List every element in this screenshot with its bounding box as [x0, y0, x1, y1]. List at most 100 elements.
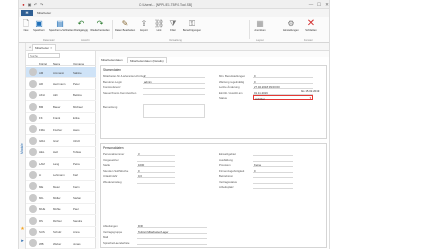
save-close-button[interactable]: ▤ Speichern+Schließen: [49, 19, 74, 39]
tab-mitarbeiter[interactable]: Mitarbeiter ✕: [32, 44, 56, 51]
field-input[interactable]: [253, 179, 293, 184]
list-item[interactable]: SUS Schulz Anna: [26, 227, 96, 238]
field-input[interactable]: [137, 168, 175, 173]
menu-row: [19, 9, 329, 17]
field-label: Kontoreferenz: [103, 85, 121, 89]
save-close-icon: ▤: [56, 19, 64, 28]
tab-close-icon[interactable]: ✕: [50, 46, 53, 50]
edit-data-button[interactable]: ✎ Daten Bearbeiten: [115, 19, 135, 39]
settings-button[interactable]: ⚙ Einstellungen: [281, 19, 301, 39]
undo-button[interactable]: ↶ Rückgängig: [73, 19, 89, 39]
arrange-button[interactable]: ▦ Anordnen: [252, 19, 268, 39]
row-vorname: Sandra: [73, 218, 83, 223]
field-input[interactable]: [143, 79, 205, 84]
field-label: Mail: [103, 235, 109, 239]
row-vorname: Tobias: [73, 150, 82, 155]
field-input[interactable]: [137, 174, 175, 178]
row-vorname: Sabine: [73, 70, 82, 75]
group-label: Verwaltung: [169, 38, 182, 42]
row-kuerzel: WB: [39, 241, 44, 246]
list-item[interactable]: GRA Graf Ulrich: [26, 135, 96, 147]
field-input[interactable]: [253, 74, 313, 78]
link-button[interactable]: ⛓ Link: [153, 19, 165, 39]
list-item[interactable]: WB Weber Jonas: [26, 238, 96, 249]
modules-toggle[interactable]: Module: [19, 138, 26, 160]
avatar: [29, 239, 37, 248]
list-item[interactable]: AKLI Akli Bettina: [26, 90, 96, 102]
list-item[interactable]: BM Bauer Michael: [26, 101, 96, 113]
row-vorname: Erika: [73, 116, 80, 121]
list-item[interactable]: AM Ammann Sabine: [26, 67, 96, 79]
field-input[interactable]: [143, 85, 205, 89]
row-kuerzel: AKLI: [39, 93, 46, 98]
close-ribbon-button[interactable]: ✕ Schließen: [303, 19, 319, 39]
favorite-star-icon[interactable]: ★: [20, 227, 25, 232]
close-window-button[interactable]: ✕: [323, 1, 329, 8]
field-input[interactable]: [253, 152, 293, 156]
quick-undo-icon[interactable]: ↶: [33, 2, 38, 7]
document-tab[interactable]: Mitarbeiter: [34, 10, 54, 16]
quick-save-icon[interactable]: ▣: [27, 2, 32, 7]
list-item[interactable]: LI Lehmann Karl: [26, 170, 96, 181]
export-button[interactable]: ⇪ Export: [137, 19, 151, 39]
status-select[interactable]: sichtbar ▾: [253, 95, 313, 101]
field-input[interactable]: [137, 157, 175, 162]
field-input[interactable]: [137, 152, 175, 156]
list-item[interactable]: FMA Fischer Hans: [26, 124, 96, 136]
list-item[interactable]: RS Richter Sandra: [26, 215, 96, 227]
column-header-kuerzel[interactable]: Kürzel: [39, 62, 47, 66]
field-input[interactable]: [137, 235, 207, 239]
list-item[interactable]: ME Meier Karin: [26, 181, 96, 193]
redo-button[interactable]: ↷ Wiederherstellen: [90, 19, 110, 39]
list-item[interactable]: MUE Mühle Paul: [26, 204, 96, 216]
row-kuerzel: FK: [39, 116, 43, 121]
search-input[interactable]: [28, 53, 60, 58]
field-label: Urlaub/Jahr: [103, 174, 118, 178]
field-input[interactable]: [143, 90, 205, 95]
save-button[interactable]: ▣ Speichern: [32, 19, 46, 39]
avatar: [29, 125, 37, 134]
maximize-button[interactable]: ☐: [315, 1, 323, 8]
list-item[interactable]: HEL Hell Tobias: [26, 147, 96, 159]
list-item[interactable]: HR Herrmann Peter: [26, 78, 96, 90]
avatar: [29, 113, 37, 122]
field-input[interactable]: [137, 224, 207, 228]
row-name: Lang: [53, 161, 60, 166]
permissions-button[interactable]: ⚿ Berechtigungen: [181, 19, 203, 39]
remark-textarea[interactable]: [143, 104, 205, 118]
tab-mitarbeiterdaten-details[interactable]: Mitarbeiterdaten (Details): [127, 57, 167, 63]
minimize-button[interactable]: —: [307, 1, 315, 8]
list-item[interactable]: MIL Müller Stefan: [26, 192, 96, 204]
field-input[interactable]: [253, 174, 293, 178]
field-input[interactable]: [253, 185, 293, 189]
avatar: [29, 148, 37, 157]
new-button[interactable]: 🗋 Neu: [21, 19, 31, 39]
field-label: Abteilungen: [103, 224, 118, 228]
field-label: Wartung regelmäßig: [219, 79, 245, 84]
field-input[interactable]: [253, 79, 313, 84]
field-label: Bemerkung: [103, 105, 118, 109]
tab-mitarbeiterdaten[interactable]: Mitarbeiterdaten: [99, 57, 125, 63]
column-header-vorname[interactable]: Vorname: [73, 62, 84, 66]
file-menu-tab[interactable]: H: [21, 10, 33, 16]
list-item[interactable]: LAM Lang Petra: [26, 158, 96, 170]
row-vorname: Stefan: [73, 195, 82, 200]
field-input[interactable]: [137, 240, 207, 245]
field-input[interactable]: [253, 168, 293, 173]
field-label: Stelle: [103, 163, 110, 167]
field-input[interactable]: [137, 179, 175, 184]
field-input[interactable]: [143, 74, 205, 78]
filter-button[interactable]: ⧩ Filter: [167, 19, 179, 39]
pin-icon[interactable]: ▸: [20, 239, 25, 244]
quick-redo-icon[interactable]: ↷: [39, 2, 44, 7]
field-value: 2: [144, 74, 146, 78]
avatar: [29, 193, 37, 202]
list-item[interactable]: FK Frank Erika: [26, 113, 96, 124]
row-name: Herrmann: [53, 81, 66, 86]
column-header-name[interactable]: Name: [53, 62, 60, 66]
avatar: [29, 182, 37, 191]
field-value: 3: [138, 152, 140, 156]
field-input[interactable]: [253, 157, 293, 162]
row-name: Richter: [53, 218, 62, 223]
ribbon-separator: [249, 20, 250, 39]
